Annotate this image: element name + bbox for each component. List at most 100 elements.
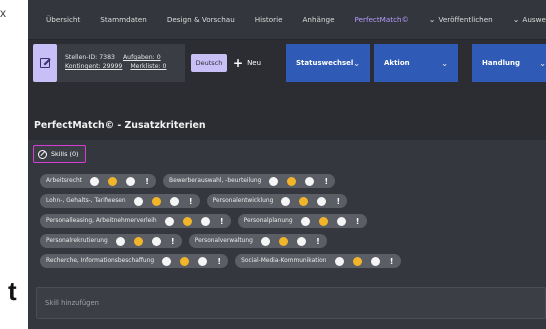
rating-dot[interactable] [287, 176, 297, 186]
tab-historie[interactable]: Historie [245, 0, 293, 40]
rating-dot[interactable] [317, 196, 327, 206]
edge-glyph-top: x [0, 6, 6, 20]
rating-dot[interactable] [200, 216, 210, 226]
rating-dot[interactable] [164, 216, 174, 226]
rating-options: ! [90, 176, 150, 186]
tab-label: Stammdaten [100, 15, 147, 24]
skill-pill: Social-Media-Kommunikation! [235, 254, 401, 268]
skill-label: Bewerberauswahl, -beurteilung [169, 178, 262, 184]
rating-dot[interactable] [336, 216, 346, 226]
rating-dot[interactable] [299, 196, 309, 206]
exclamation-icon[interactable]: ! [170, 237, 176, 246]
skills-panel: Skills (0) Arbeitsrecht! Bewerberauswahl,… [28, 140, 546, 329]
language-button[interactable]: Deutsch [191, 54, 227, 72]
skill-pill: Personalplanung! [237, 214, 367, 228]
skill-pill: Personalverwaltung! [188, 234, 327, 248]
rating-dot[interactable] [278, 236, 288, 246]
tab-stammdaten[interactable]: Stammdaten [90, 0, 157, 40]
tab-veroeffentlichen[interactable]: ⌄ Veröffentlichen [419, 0, 503, 40]
exclamation-icon[interactable]: ! [389, 257, 395, 266]
rating-dot[interactable] [151, 196, 161, 206]
skill-row: Arbeitsrecht! Bewerberauswahl, -beurteilu… [40, 174, 540, 188]
rating-dot[interactable] [260, 236, 270, 246]
top-navigation: Übersicht Stammdaten Design & Vorschau H… [28, 0, 546, 40]
statuswechsel-label: Statuswechsel [296, 59, 354, 67]
rating-dot[interactable] [126, 176, 136, 186]
rating-dot[interactable] [151, 236, 161, 246]
new-button[interactable]: + Neu [233, 56, 261, 70]
skills-count: Skills (0) [51, 150, 79, 158]
skill-label: Personalverwaltung [194, 238, 253, 244]
rating-dot[interactable] [180, 256, 190, 266]
aktion-dropdown[interactable]: Aktion ⌄ [374, 44, 458, 82]
exclamation-icon[interactable]: ! [216, 257, 222, 266]
edit-icon [40, 58, 50, 68]
chevron-down-icon: ⌄ [512, 15, 520, 24]
skill-pill: Recherche, Informationsbeschaffung! [40, 254, 229, 268]
exclamation-icon[interactable]: ! [335, 197, 341, 206]
rating-options: ! [164, 216, 225, 226]
exclamation-icon[interactable]: ! [188, 197, 194, 206]
kontingent-link[interactable]: Kontingent: 29999 [65, 62, 122, 71]
skill-label: Social-Media-Kommunikation [241, 258, 327, 264]
tab-auswertungen[interactable]: ⌄Auswertungen [503, 0, 546, 40]
toolbar: Stellen-ID: 7383 Aufgaben: 0 Kontingent:… [28, 44, 546, 82]
tab-anhaenge[interactable]: Anhänge [293, 0, 345, 40]
exclamation-icon[interactable]: ! [219, 217, 225, 226]
handlung-label: Handlung [482, 59, 520, 67]
rating-options: ! [162, 256, 222, 266]
tab-uebersicht[interactable]: Übersicht [36, 0, 90, 40]
rating-options: ! [269, 176, 329, 186]
tab-design-vorschau[interactable]: Design & Vorschau [157, 0, 245, 40]
skill-row: Lohn-, Gehalts-, Tarifwesen! Personalentw… [40, 194, 540, 208]
rating-dot[interactable] [296, 236, 306, 246]
job-info-box: Stellen-ID: 7383 Aufgaben: 0 Kontingent:… [57, 44, 185, 82]
skills-toggle[interactable]: Skills (0) [33, 145, 86, 163]
rating-dot[interactable] [269, 176, 279, 186]
skill-row: Personalrekrutierung! Personalverwaltung! [40, 234, 540, 248]
skill-pill: Arbeitsrecht! [40, 174, 157, 188]
handlung-dropdown[interactable]: Handlung ⌄ [472, 44, 546, 82]
rating-dot[interactable] [115, 236, 125, 246]
rating-dot[interactable] [169, 196, 179, 206]
rating-dot[interactable] [133, 236, 143, 246]
rating-dot[interactable] [182, 216, 192, 226]
tab-perfectmatch[interactable]: PerfectMatch© [345, 0, 419, 40]
skill-pill: Lohn-, Gehalts-, Tarifwesen! [40, 194, 200, 208]
aktion-label: Aktion [384, 59, 410, 67]
rating-dot[interactable] [370, 256, 380, 266]
rating-dot[interactable] [334, 256, 344, 266]
rating-dot[interactable] [162, 256, 172, 266]
rating-dot[interactable] [90, 176, 100, 186]
rating-dot[interactable] [352, 256, 362, 266]
chevron-down-icon: ⌄ [353, 58, 360, 68]
statuswechsel-dropdown[interactable]: Statuswechsel ⌄ [286, 44, 370, 82]
skill-label: Personalentwicklung [212, 198, 274, 204]
aufgaben-link[interactable]: Aufgaben: 0 [123, 53, 161, 62]
exclamation-icon[interactable]: ! [355, 217, 361, 226]
rating-options: ! [115, 236, 176, 246]
rating-dot[interactable] [198, 256, 208, 266]
rating-dot[interactable] [281, 196, 291, 206]
skill-row: Personalleasing, Arbeitnehmerverleih! Per… [40, 214, 540, 228]
exclamation-icon[interactable]: ! [323, 177, 329, 186]
rating-dot[interactable] [318, 216, 328, 226]
edit-button[interactable] [33, 44, 57, 82]
rating-dot[interactable] [133, 196, 143, 206]
tab-label: Auswertungen [522, 15, 546, 24]
skill-pill: Personalrekrutierung! [40, 234, 182, 248]
skill-add-input[interactable]: Skill hinzufügen [36, 287, 546, 319]
chevron-down-icon: ⌄ [441, 58, 448, 68]
exclamation-icon[interactable]: ! [315, 237, 321, 246]
stellen-id: Stellen-ID: 7383 [65, 54, 115, 61]
rating-dot[interactable] [300, 216, 310, 226]
plus-icon: + [233, 56, 244, 70]
section-title: PerfectMatch© - Zusatzkriterien [34, 120, 206, 131]
rating-dot[interactable] [108, 176, 118, 186]
exclamation-icon[interactable]: ! [144, 177, 150, 186]
skill-label: Personalrekrutierung [46, 238, 108, 244]
rating-dot[interactable] [305, 176, 315, 186]
merkliste-link[interactable]: Merkliste: 0 [130, 62, 166, 71]
rating-options: ! [260, 236, 321, 246]
rating-options: ! [334, 256, 395, 266]
